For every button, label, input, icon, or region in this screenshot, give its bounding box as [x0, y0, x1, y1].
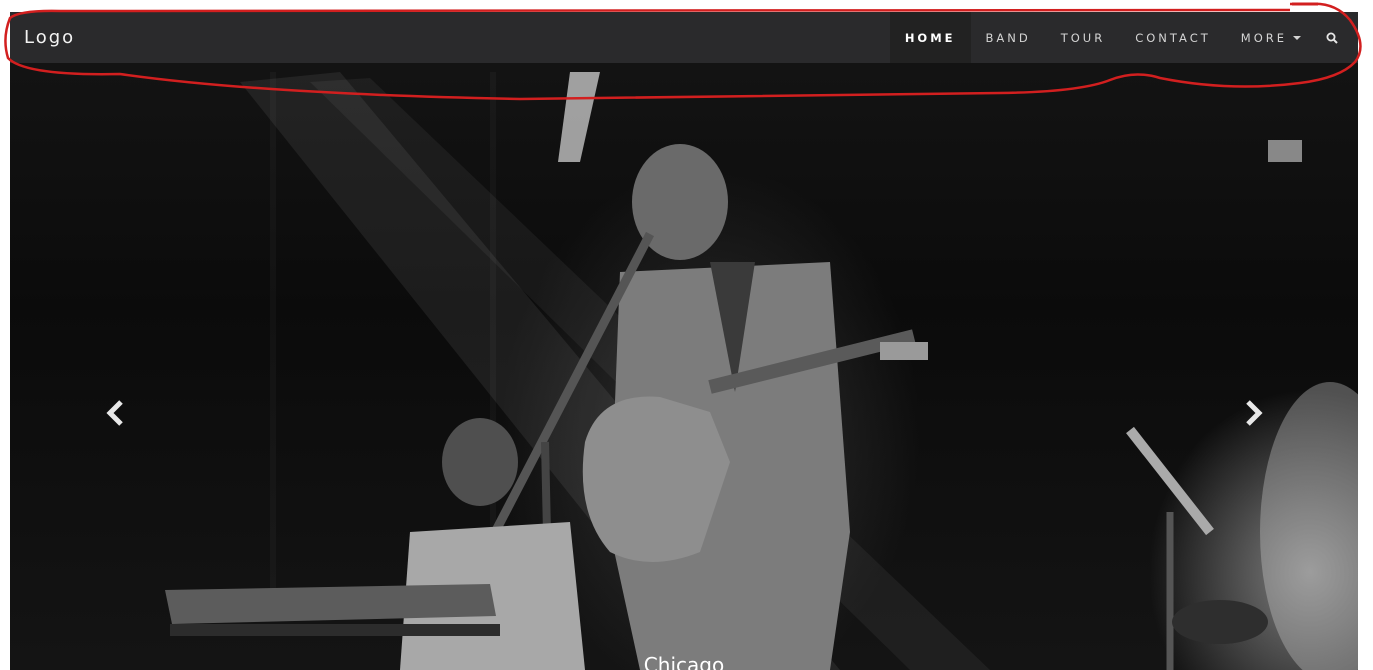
nav-item-band[interactable]: BAND — [971, 12, 1046, 63]
hero-carousel-image — [10, 12, 1358, 670]
chevron-right-icon — [1246, 400, 1263, 426]
carousel-next-button[interactable] — [1239, 396, 1269, 430]
top-navbar: Logo HOME BAND TOUR CONTACT MORE — [10, 12, 1358, 63]
nav-item-contact[interactable]: CONTACT — [1120, 12, 1226, 63]
nav-item-more-dropdown[interactable]: MORE — [1226, 12, 1316, 63]
nav-item-tour[interactable]: TOUR — [1046, 12, 1120, 63]
nav-item-contact-label: CONTACT — [1135, 30, 1211, 45]
chevron-left-icon — [106, 400, 123, 426]
nav-item-more-label: MORE — [1240, 30, 1287, 45]
nav-menu: HOME BAND TOUR CONTACT MORE — [889, 12, 1350, 63]
concert-photo — [165, 72, 1358, 670]
search-button[interactable] — [1316, 12, 1350, 63]
brand-logo[interactable]: Logo — [24, 27, 75, 48]
nav-item-band-label: BAND — [985, 30, 1031, 45]
page: Logo HOME BAND TOUR CONTACT MORE Chicago — [10, 12, 1358, 670]
nav-item-home[interactable]: HOME — [889, 12, 971, 63]
caret-down-icon — [1293, 35, 1301, 40]
nav-item-tour-label: TOUR — [1060, 30, 1106, 45]
carousel-caption: Chicago — [643, 653, 725, 670]
carousel-prev-button[interactable] — [100, 396, 130, 430]
nav-item-home-label: HOME — [904, 30, 956, 45]
search-icon — [1326, 32, 1338, 44]
